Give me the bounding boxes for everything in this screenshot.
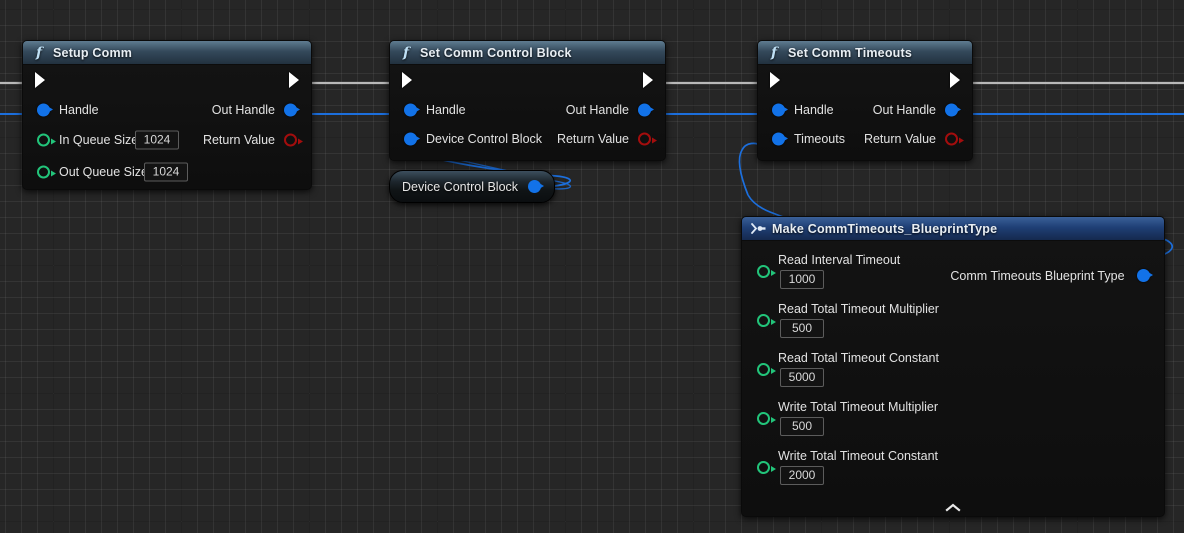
pin-label-handle: Handle [426, 103, 466, 117]
node-make-comm-timeouts[interactable]: Make CommTimeouts_BlueprintType Comm Tim… [741, 216, 1165, 517]
input-read-total-timeout-constant[interactable]: 5000 [780, 368, 824, 387]
pin-read-interval-timeout[interactable] [757, 265, 776, 278]
input-in-queue-size[interactable]: 1024 [135, 130, 179, 150]
pin-label-out-handle: Out Handle [211, 103, 275, 117]
pin-out-handle[interactable] [284, 103, 300, 117]
pin-label-out-handle: Out Handle [872, 103, 936, 117]
pin-label-read-total-timeout-constant: Read Total Timeout Constant [778, 351, 939, 365]
pin-write-total-timeout-multiplier[interactable] [757, 412, 776, 425]
node-header[interactable]: Make CommTimeouts_BlueprintType [742, 217, 1164, 241]
row-exec [390, 65, 665, 95]
node-set-comm-control-block[interactable]: f Set Comm Control Block Handle Out Hand… [389, 40, 666, 161]
pin-label-handle: Handle [59, 103, 99, 117]
pin-label-write-total-timeout-constant: Write Total Timeout Constant [778, 449, 939, 463]
pin-exec-in[interactable] [402, 72, 412, 88]
function-f-icon: f [770, 44, 778, 61]
row-read-total-timeout-multiplier: Read Total Timeout Multiplier 500 [742, 298, 1164, 347]
pin-handle-in[interactable] [404, 103, 420, 117]
pin-timeouts[interactable] [772, 132, 788, 146]
pin-in-queue-size[interactable] [37, 133, 56, 147]
input-write-total-timeout-constant[interactable]: 2000 [780, 466, 824, 485]
node-header[interactable]: f Setup Comm [23, 41, 311, 65]
row-out-queue-size: Out Queue Size 1024 [23, 155, 311, 189]
pin-return-value[interactable] [638, 132, 657, 146]
pin-handle-in[interactable] [772, 103, 788, 117]
node-title: Set Comm Control Block [420, 45, 572, 60]
node-title: Set Comm Timeouts [788, 45, 913, 60]
pin-label-write-total-timeout-multiplier: Write Total Timeout Multiplier [778, 400, 939, 414]
pin-label-read-interval-timeout: Read Interval Timeout [778, 253, 901, 267]
pin-device-control-block-out[interactable] [528, 180, 545, 193]
input-read-interval-timeout[interactable]: 1000 [780, 270, 824, 289]
pin-exec-out[interactable] [643, 72, 653, 88]
pin-exec-in[interactable] [770, 72, 780, 88]
pin-label-timeouts: Timeouts [794, 132, 845, 146]
row-handle: Handle Out Handle [23, 95, 311, 125]
node-body: Comm Timeouts Blueprint Type Read Interv… [742, 241, 1164, 516]
pin-out-handle[interactable] [945, 103, 961, 117]
pin-return-value[interactable] [945, 132, 964, 146]
pin-label-read-total-timeout-multiplier: Read Total Timeout Multiplier [778, 302, 939, 316]
pin-read-total-timeout-multiplier[interactable] [757, 314, 776, 327]
pin-exec-out[interactable] [950, 72, 960, 88]
row-handle: Handle Out Handle [758, 95, 972, 125]
node-body: Handle Out Handle In Queue Size 1024 Ret… [23, 65, 311, 189]
pin-label-out-handle: Out Handle [565, 103, 629, 117]
pin-label-return-value: Return Value [202, 133, 275, 147]
input-write-total-timeout-multiplier[interactable]: 500 [780, 417, 824, 436]
pin-exec-out[interactable] [289, 72, 299, 88]
input-out-queue-size[interactable]: 1024 [144, 162, 188, 182]
pin-device-control-block[interactable] [404, 132, 420, 146]
node-header[interactable]: f Set Comm Control Block [390, 41, 665, 65]
pin-label-return-value: Return Value [863, 132, 936, 146]
row-write-total-timeout-multiplier: Write Total Timeout Multiplier 500 [742, 396, 1164, 445]
getter-label: Device Control Block [402, 179, 519, 194]
row-exec [758, 65, 972, 95]
node-body: Handle Out Handle Device Control Block R… [390, 65, 665, 160]
pin-label-return-value: Return Value [556, 132, 629, 146]
node-body: Handle Out Handle Timeouts Return Value [758, 65, 972, 160]
row-write-total-timeout-constant: Write Total Timeout Constant 2000 [742, 445, 1164, 494]
pin-out-queue-size[interactable] [37, 165, 56, 179]
node-setup-comm[interactable]: f Setup Comm Handle Out Handle In Queue … [22, 40, 312, 190]
row-exec [23, 65, 311, 95]
blueprint-graph-canvas[interactable]: f Setup Comm Handle Out Handle In Queue … [0, 0, 1184, 533]
row-timeouts: Timeouts Return Value [758, 125, 972, 160]
pin-return-value[interactable] [284, 133, 303, 147]
make-struct-icon [750, 221, 766, 237]
function-f-icon: f [35, 44, 43, 61]
input-read-total-timeout-multiplier[interactable]: 500 [780, 319, 824, 338]
node-header[interactable]: f Set Comm Timeouts [758, 41, 972, 65]
pin-label-device-control-block: Device Control Block [426, 132, 543, 146]
pin-write-total-timeout-constant[interactable] [757, 461, 776, 474]
pin-handle-in[interactable] [37, 103, 53, 117]
pin-label-in-queue-size: In Queue Size [59, 133, 139, 147]
pin-label-handle: Handle [794, 103, 834, 117]
getter-device-control-block[interactable]: Device Control Block [389, 170, 555, 203]
row-read-interval-timeout: Read Interval Timeout 1000 [742, 249, 1164, 298]
collapse-chevron-icon[interactable] [742, 503, 1164, 512]
pin-read-total-timeout-constant[interactable] [757, 363, 776, 376]
node-title: Make CommTimeouts_BlueprintType [772, 221, 998, 236]
row-read-total-timeout-constant: Read Total Timeout Constant 5000 [742, 347, 1164, 396]
row-device-control-block: Device Control Block Return Value [390, 125, 665, 160]
row-handle: Handle Out Handle [390, 95, 665, 125]
function-f-icon: f [402, 44, 410, 61]
pin-label-out-queue-size: Out Queue Size [59, 165, 148, 179]
pin-out-handle[interactable] [638, 103, 654, 117]
pin-exec-in[interactable] [35, 72, 45, 88]
node-set-comm-timeouts[interactable]: f Set Comm Timeouts Handle Out Handle Ti… [757, 40, 973, 161]
node-title: Setup Comm [53, 45, 133, 60]
row-in-queue-size: In Queue Size 1024 Return Value [23, 125, 311, 155]
